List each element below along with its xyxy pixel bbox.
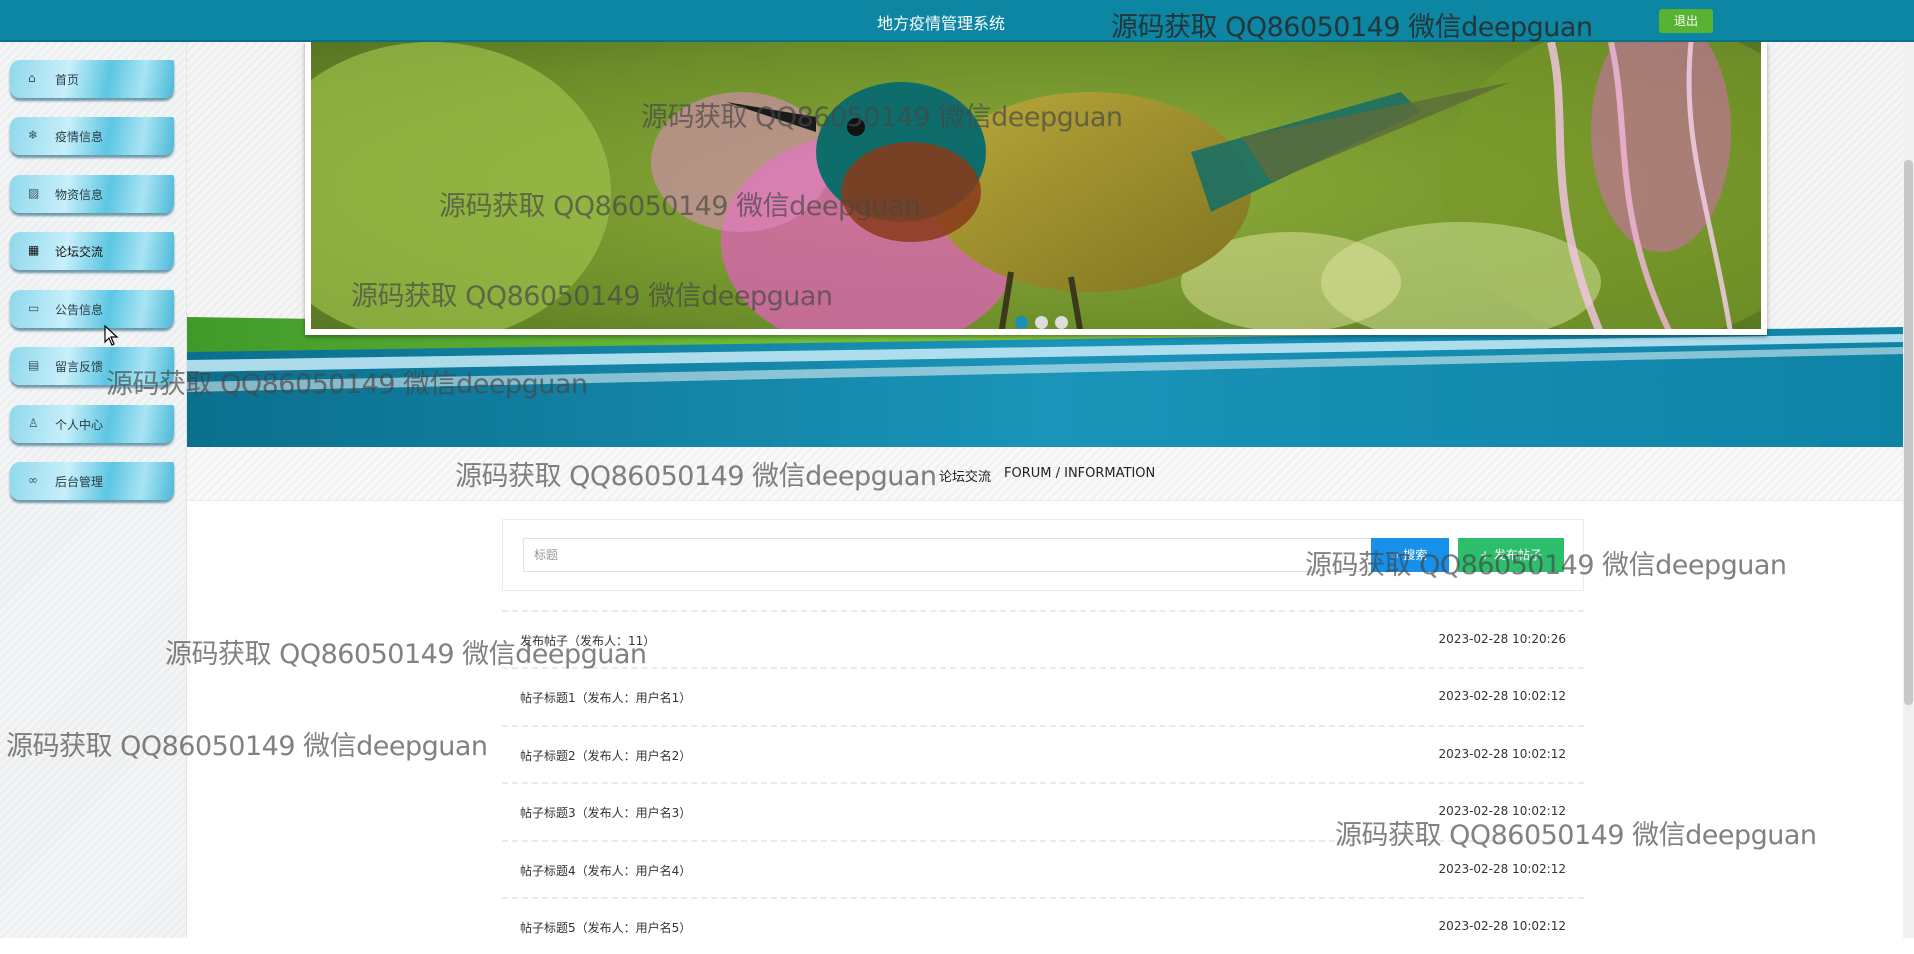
sidebar-item-label: 公告信息 <box>55 303 104 317</box>
post-title: 发布帖子（发布人：11） <box>520 634 656 648</box>
mouse-cursor-icon <box>104 325 119 346</box>
top-bar: 地方疫情管理系统 退出 <box>0 0 1914 42</box>
sidebar-item-home[interactable]: ⌂ 首页 <box>10 60 174 98</box>
page-scrollbar-thumb[interactable] <box>1904 160 1913 705</box>
book-icon: ▭ <box>28 301 40 315</box>
search-panel: ⌕ 搜索 + 发布帖子 <box>502 519 1584 591</box>
post-time: 2023-02-28 10:02:12 <box>1438 919 1566 933</box>
list-item[interactable]: 帖子标题4（发布人：用户名4） 2023-02-28 10:02:12 <box>502 840 1584 897</box>
title-search-input[interactable] <box>523 538 1415 572</box>
carousel-slide-image <box>311 42 1761 329</box>
post-time: 2023-02-28 10:20:26 <box>1438 632 1566 646</box>
list-item[interactable]: 帖子标题2（发布人：用户名2） 2023-02-28 10:02:12 <box>502 725 1584 782</box>
search-button-label: 搜索 <box>1403 548 1428 562</box>
sidebar-item-label: 物资信息 <box>55 188 104 202</box>
post-title: 帖子标题4（发布人：用户名4） <box>520 864 692 878</box>
sidebar-item-profile[interactable]: ♙ 个人中心 <box>10 405 174 443</box>
sidebar-item-announcements[interactable]: ▭ 公告信息 <box>10 290 174 328</box>
link-icon: ∞ <box>28 473 38 487</box>
sidebar-item-supplies[interactable]: ▨ 物资信息 <box>10 175 174 213</box>
calendar-icon: ▤ <box>28 358 40 372</box>
post-time: 2023-02-28 10:02:12 <box>1438 804 1566 818</box>
post-title: 帖子标题5（发布人：用户名5） <box>520 921 692 935</box>
sidebar-item-epidemic[interactable]: ❄ 疫情信息 <box>10 117 174 155</box>
logout-button[interactable]: 退出 <box>1659 9 1713 33</box>
search-icon: ⌕ <box>1392 548 1404 562</box>
sidebar-item-label: 留言反馈 <box>55 360 104 374</box>
post-time: 2023-02-28 10:02:12 <box>1438 862 1566 876</box>
post-title: 帖子标题3（发布人：用户名3） <box>520 806 692 820</box>
sidebar-item-admin[interactable]: ∞ 后台管理 <box>10 462 174 500</box>
home-icon: ⌂ <box>28 71 36 85</box>
post-time: 2023-02-28 10:02:12 <box>1438 747 1566 761</box>
sidebar-item-label: 论坛交流 <box>55 245 104 259</box>
image-carousel[interactable] <box>305 42 1767 335</box>
user-icon: ♙ <box>28 416 39 430</box>
section-title-en: FORUM / INFORMATION <box>1004 466 1156 481</box>
sidebar-item-label: 疫情信息 <box>55 130 104 144</box>
list-item[interactable]: 帖子标题1（发布人：用户名1） 2023-02-28 10:02:12 <box>502 667 1584 724</box>
grid-icon: ▦ <box>28 243 40 257</box>
list-item[interactable]: 帖子标题5（发布人：用户名5） 2023-02-28 10:02:12 <box>502 897 1584 954</box>
plus-icon: + <box>1480 548 1494 562</box>
post-time: 2023-02-28 10:02:12 <box>1438 689 1566 703</box>
sidebar-item-label: 个人中心 <box>55 418 104 432</box>
carousel-dot-3[interactable] <box>1055 316 1068 329</box>
sidebar-item-forum[interactable]: ▦ 论坛交流 <box>10 232 174 270</box>
image-icon: ▨ <box>28 186 40 200</box>
publish-post-button[interactable]: + 发布帖子 <box>1458 538 1564 572</box>
post-title: 帖子标题2（发布人：用户名2） <box>520 749 692 763</box>
publish-button-label: 发布帖子 <box>1493 548 1542 562</box>
section-header: 论坛交流 FORUM / INFORMATION <box>187 447 1903 501</box>
sidebar: ⌂ 首页 ❄ 疫情信息 ▨ 物资信息 ▦ 论坛交流 ▭ 公告信息 ▤ 留言反馈 … <box>0 42 187 938</box>
post-title: 帖子标题1（发布人：用户名1） <box>520 691 692 705</box>
sidebar-item-feedback[interactable]: ▤ 留言反馈 <box>10 347 174 385</box>
banner <box>187 42 1903 447</box>
sidebar-item-label: 首页 <box>55 73 80 87</box>
system-title: 地方疫情管理系统 <box>877 14 1006 33</box>
search-button[interactable]: ⌕ 搜索 <box>1371 538 1449 572</box>
carousel-dot-2[interactable] <box>1035 316 1048 329</box>
carousel-dot-1[interactable] <box>1015 316 1028 329</box>
sidebar-item-label: 后台管理 <box>55 475 104 489</box>
list-item[interactable]: 帖子标题3（发布人：用户名3） 2023-02-28 10:02:12 <box>502 782 1584 839</box>
list-item[interactable]: 发布帖子（发布人：11） 2023-02-28 10:20:26 <box>502 610 1584 667</box>
snowflake-icon: ❄ <box>28 128 39 142</box>
section-title-zh: 论坛交流 <box>939 470 992 485</box>
